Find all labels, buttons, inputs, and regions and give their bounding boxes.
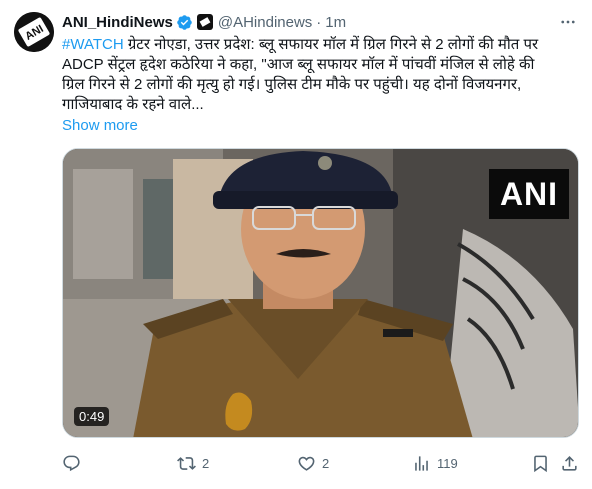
retweet-count: 2	[202, 455, 210, 471]
ani-logo-avatar: ANI	[14, 12, 54, 52]
author-handle[interactable]: @AHindinews	[218, 14, 312, 31]
video-player[interactable]: ANI 0:49	[62, 148, 579, 438]
views-icon	[412, 454, 431, 473]
like-count: 2	[322, 455, 330, 471]
like-icon	[297, 454, 316, 473]
show-more-link[interactable]: Show more	[62, 117, 138, 134]
text-line-2: ADCP सेंट्रल हृदेश कठेरिया ने कहा, "आज ब…	[62, 56, 535, 73]
action-bar: 2 2 119	[62, 452, 579, 474]
tweet-text: #WATCH ग्रेटर नोएडा, उत्तर प्रदेश: ब्लू …	[62, 35, 562, 115]
affiliate-icon[interactable]	[196, 14, 213, 30]
retweet-button[interactable]: 2	[177, 452, 209, 474]
ani-watermark: ANI	[489, 169, 569, 219]
author-name[interactable]: ANI_HindiNews	[62, 14, 173, 31]
tweet-header: ANI_HindiNews @AHindinews · 1m	[62, 12, 346, 32]
timestamp[interactable]: 1m	[325, 14, 346, 31]
video-duration: 0:49	[74, 407, 110, 426]
more-icon[interactable]	[558, 12, 578, 32]
hashtag-link[interactable]: #WATCH	[62, 36, 124, 53]
separator: ·	[316, 13, 322, 31]
views-count: 119	[437, 455, 458, 471]
verified-icon	[176, 14, 193, 31]
text-line-3: ग्रिल गिरने से 2 लोगों की मृत्यु हो गई। …	[62, 76, 522, 93]
reply-button[interactable]	[62, 452, 87, 474]
views-button[interactable]: 119	[412, 452, 458, 474]
text-line-4: गाजियाबाद के रहने वाले...	[62, 96, 204, 113]
reply-icon	[62, 454, 81, 473]
share-icon	[560, 454, 579, 473]
text-line-1: ग्रेटर नोएडा, उत्तर प्रदेश: ब्लू सफायर म…	[123, 36, 539, 53]
like-button[interactable]: 2	[297, 452, 329, 474]
avatar[interactable]: ANI	[14, 12, 54, 52]
bookmark-icon	[531, 454, 550, 473]
tweet-card[interactable]: ANI ANI_HindiNews @AHindinews · 1m #WATC…	[0, 0, 592, 489]
share-button[interactable]	[560, 452, 579, 474]
bookmark-button[interactable]	[531, 452, 550, 474]
retweet-icon	[177, 454, 196, 473]
